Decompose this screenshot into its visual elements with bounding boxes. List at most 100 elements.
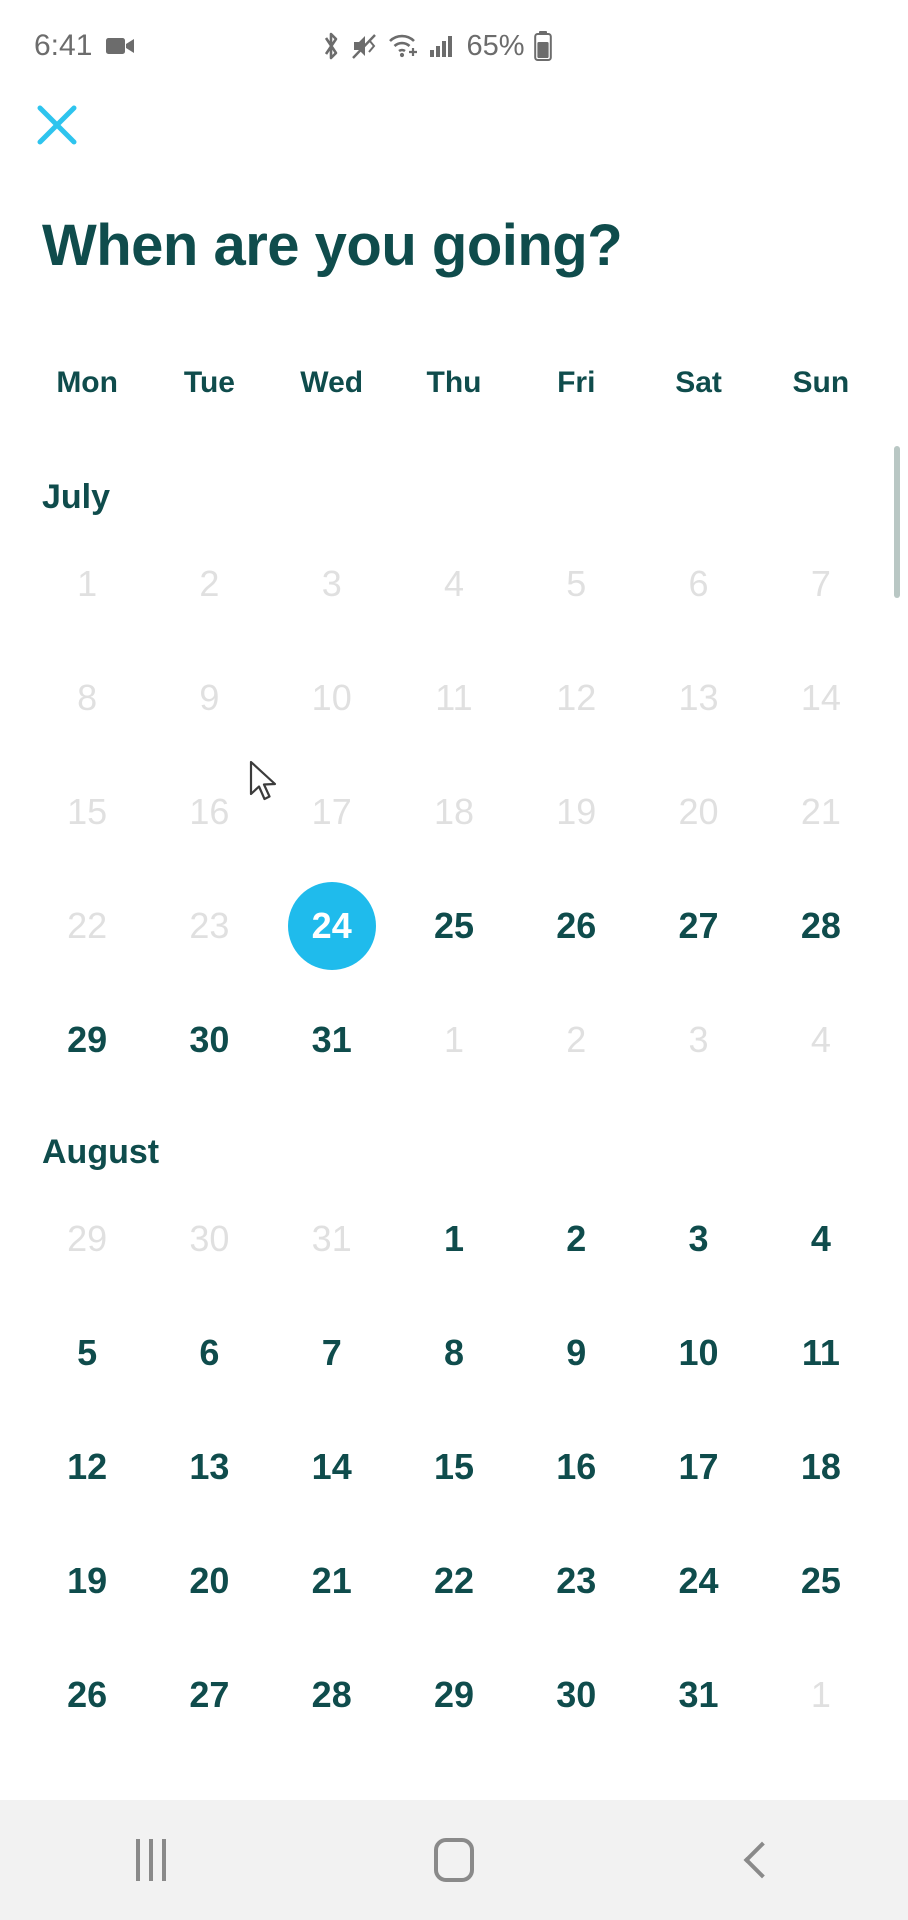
calendar-day-number: 1 — [443, 1218, 464, 1259]
calendar-day-cell: 3 — [271, 537, 393, 631]
calendar-day-number: 24 — [678, 1560, 719, 1601]
battery-icon — [533, 31, 552, 61]
cellular-signal-icon — [429, 34, 455, 58]
calendar-day-cell[interactable]: 9 — [515, 1306, 637, 1400]
calendar-day-cell[interactable]: 25 — [393, 879, 515, 973]
back-chevron-icon — [743, 1841, 781, 1879]
calendar-day-number: 13 — [189, 1446, 230, 1487]
calendar-day-number: 25 — [800, 1560, 841, 1601]
calendar-day-cell[interactable]: 26 — [26, 1648, 148, 1742]
calendar-day-number: 17 — [678, 1446, 719, 1487]
calendar-day-cell[interactable]: 3 — [637, 1192, 759, 1286]
calendar-day-cell[interactable]: 27 — [637, 879, 759, 973]
calendar-day-cell[interactable]: 15 — [393, 1420, 515, 1514]
calendar-day-number: 15 — [433, 1446, 474, 1487]
calendar-day-number: 27 — [678, 905, 719, 946]
calendar-day-cell[interactable]: 28 — [271, 1648, 393, 1742]
calendar-day-cell[interactable]: 24 — [637, 1534, 759, 1628]
calendar-day-cell[interactable]: 11 — [760, 1306, 882, 1400]
close-button[interactable] — [26, 96, 88, 158]
calendar-day-cell: 1 — [760, 1648, 882, 1742]
calendar-day-number: 25 — [433, 905, 474, 946]
calendar-day-cell[interactable]: 8 — [393, 1306, 515, 1400]
calendar-day-cell: 2 — [148, 537, 270, 631]
weekday-header-row: Mon Tue Wed Thu Fri Sat Sun — [0, 366, 908, 400]
calendar-day-cell[interactable]: 21 — [271, 1534, 393, 1628]
calendar-day-cell: 3 — [637, 993, 759, 1087]
calendar-day-cell[interactable]: 31 — [271, 993, 393, 1087]
calendar-day-number: 10 — [311, 677, 352, 718]
calendar-day-cell: 12 — [515, 651, 637, 745]
calendar-day-cell[interactable]: 17 — [637, 1420, 759, 1514]
calendar-day-number: 19 — [556, 791, 597, 832]
calendar-scroll-area[interactable]: July 1 2 3 4 5 6 7 8 9 10 11 12 13 14 15 16 17 18 19 20 21 22 2… — [0, 440, 908, 1872]
calendar-day-cell[interactable]: 27 — [148, 1648, 270, 1742]
calendar-day-cell[interactable]: 26 — [515, 879, 637, 973]
android-nav-bar — [0, 1800, 908, 1920]
calendar-day-cell: 4 — [393, 537, 515, 631]
calendar-day-cell[interactable]: 5 — [26, 1306, 148, 1400]
calendar-day-number: 11 — [435, 677, 473, 718]
calendar-day-selected[interactable]: 24 — [271, 879, 393, 973]
calendar-day-cell[interactable]: 31 — [637, 1648, 759, 1742]
calendar-day-number: 26 — [67, 1674, 108, 1715]
calendar-day-number: 12 — [556, 677, 597, 718]
calendar-day-number: 26 — [556, 905, 597, 946]
calendar-day-number: 30 — [556, 1674, 597, 1715]
bluetooth-icon — [320, 31, 342, 61]
calendar-day-number: 17 — [311, 791, 352, 832]
calendar-day-cell: 11 — [393, 651, 515, 745]
calendar-day-cell: 22 — [26, 879, 148, 973]
home-button[interactable] — [394, 1800, 514, 1920]
calendar-day-cell[interactable]: 14 — [271, 1420, 393, 1514]
calendar-day-cell[interactable]: 20 — [148, 1534, 270, 1628]
calendar-week-row: 15 16 17 18 19 20 21 — [26, 765, 882, 859]
back-button[interactable] — [697, 1800, 817, 1920]
calendar-day-cell[interactable]: 16 — [515, 1420, 637, 1514]
calendar-day-cell[interactable]: 29 — [26, 993, 148, 1087]
calendar-day-cell[interactable]: 7 — [271, 1306, 393, 1400]
calendar-day-cell[interactable]: 2 — [515, 1192, 637, 1286]
calendar-day-cell[interactable]: 30 — [515, 1648, 637, 1742]
calendar-day-cell[interactable]: 19 — [26, 1534, 148, 1628]
calendar-day-cell[interactable]: 1 — [393, 1192, 515, 1286]
calendar-day-number: 2 — [566, 1019, 587, 1060]
calendar-day-number: 16 — [556, 1446, 597, 1487]
calendar-day-cell[interactable]: 28 — [760, 879, 882, 973]
calendar-day-cell[interactable]: 13 — [148, 1420, 270, 1514]
calendar-day-number: 8 — [77, 677, 98, 718]
calendar-day-cell[interactable]: 29 — [393, 1648, 515, 1742]
calendar-day-cell[interactable]: 10 — [637, 1306, 759, 1400]
calendar-day-cell[interactable]: 6 — [148, 1306, 270, 1400]
calendar-day-cell: 21 — [760, 765, 882, 859]
calendar-day-cell: 8 — [26, 651, 148, 745]
calendar-day-number: 4 — [443, 563, 464, 604]
month-label-august: August — [42, 1133, 160, 1171]
calendar-day-cell[interactable]: 12 — [26, 1420, 148, 1514]
calendar-day-number: 4 — [810, 1019, 831, 1060]
home-icon — [433, 1838, 474, 1882]
calendar-scrollbar-thumb[interactable] — [894, 446, 900, 598]
calendar-day-cell[interactable]: 4 — [760, 1192, 882, 1286]
weekday-label-sat: Sat — [675, 366, 722, 399]
calendar-day-cell: 14 — [760, 651, 882, 745]
calendar-day-cell[interactable]: 25 — [760, 1534, 882, 1628]
close-icon — [33, 101, 81, 154]
calendar-day-number: 23 — [556, 1560, 597, 1601]
calendar-day-cell: 13 — [637, 651, 759, 745]
calendar-day-number: 28 — [311, 1674, 352, 1715]
calendar-day-number: 8 — [443, 1332, 464, 1373]
calendar-day-cell[interactable]: 23 — [515, 1534, 637, 1628]
calendar-day-number: 2 — [566, 1218, 587, 1259]
calendar-day-number: 22 — [433, 1560, 474, 1601]
calendar-day-cell: 1 — [26, 537, 148, 631]
calendar-day-cell[interactable]: 30 — [148, 993, 270, 1087]
calendar-day-number: 14 — [800, 677, 841, 718]
calendar-day-number: 6 — [199, 1332, 220, 1373]
video-recording-icon — [106, 35, 136, 57]
month-label-july: July — [42, 478, 111, 516]
calendar-day-cell[interactable]: 18 — [760, 1420, 882, 1514]
calendar-week-row: 12 13 14 15 16 17 18 — [26, 1420, 882, 1514]
calendar-day-cell[interactable]: 22 — [393, 1534, 515, 1628]
recents-button[interactable] — [91, 1800, 211, 1920]
